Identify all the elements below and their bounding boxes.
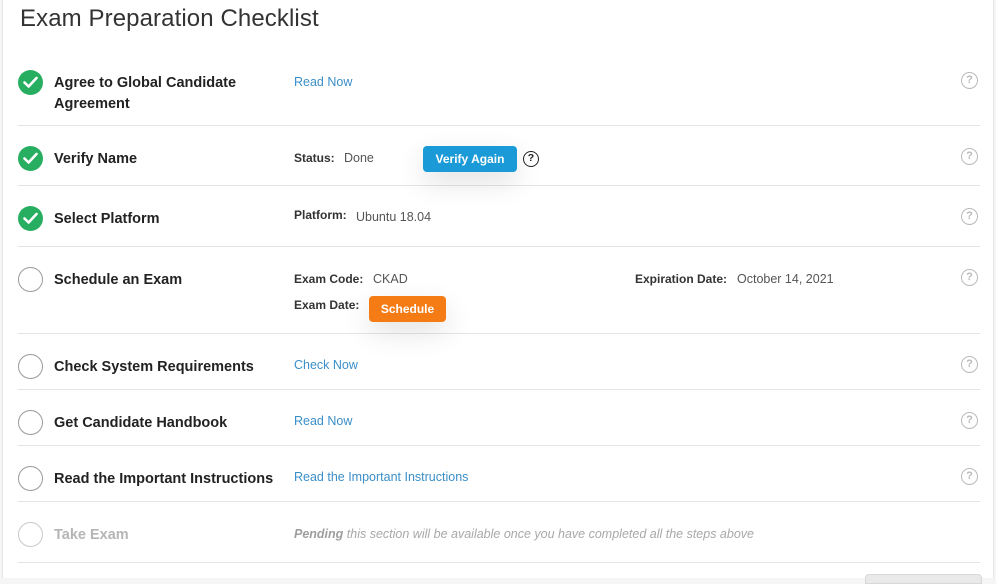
verify-again-button[interactable]: Verify Again [423,146,517,172]
read-handbook-link[interactable]: Read Now [294,414,352,428]
step-row-important-instructions: Read the Important Instructions Read the… [18,446,980,502]
bottom-action-button[interactable] [865,574,982,584]
exam-code-value: CKAD [373,272,408,286]
step-complete-check-icon [18,70,43,95]
read-agreement-link[interactable]: Read Now [294,75,352,89]
step-incomplete-circle-icon [18,267,43,292]
question-circle-icon[interactable]: ? [961,468,978,485]
step-row-select-platform: Select Platform Platform: Ubuntu 18.04 ? [18,186,980,247]
verify-help-icon[interactable]: ? [523,151,539,167]
step-row-schedule-exam: Schedule an Exam Exam Code: CKAD Expirat… [18,247,980,334]
exam-date-label: Exam Date: [294,298,360,312]
step-complete-check-icon [18,206,43,231]
exam-code-label: Exam Code: [294,272,364,286]
step-name: Get Candidate Handbook [54,415,228,431]
status-value: Done [344,151,374,165]
step-name-line2: Agreement [54,96,130,112]
step-complete-check-icon [18,146,43,171]
platform-label: Platform: [294,208,347,222]
page-title: Exam Preparation Checklist [20,5,319,32]
read-instructions-link[interactable]: Read the Important Instructions [294,470,468,484]
step-row-candidate-handbook: Get Candidate Handbook Read Now ? [18,390,980,446]
step-name: Agree to Global Candidate Agreement [54,73,236,115]
status-label: Status: [294,151,335,165]
step-name: Verify Name [54,151,138,167]
question-circle-icon[interactable]: ? [961,269,978,286]
pending-label: Pending [294,527,344,541]
question-circle-icon[interactable]: ? [961,148,978,165]
step-name-line1: Agree to Global Candidate [54,75,237,91]
question-circle-icon[interactable]: ? [961,356,978,373]
step-row-system-requirements: Check System Requirements Check Now ? [18,334,980,390]
expiration-date-value: October 14, 2021 [737,272,834,286]
step-row-verify-name: Verify Name Status: Done Verify Again ? … [18,126,980,186]
step-name: Select Platform [54,211,160,227]
checklist-card: Exam Preparation Checklist Agree to Glob… [2,0,994,584]
step-name: Check System Requirements [54,359,254,375]
question-circle-icon[interactable]: ? [961,208,978,225]
pending-text: this section will be available once you … [346,527,754,541]
step-incomplete-circle-icon [18,466,43,491]
question-circle-icon[interactable]: ? [961,72,978,89]
pending-note: Pending this section will be available o… [294,527,754,541]
schedule-button[interactable]: Schedule [369,296,446,322]
check-now-link[interactable]: Check Now [294,358,358,372]
step-row-agree-agreement: Agree to Global Candidate Agreement Read… [18,62,980,126]
step-name: Schedule an Exam [54,272,183,288]
step-name: Take Exam [54,527,129,543]
step-disabled-circle-icon [18,522,43,547]
question-circle-icon[interactable]: ? [961,412,978,429]
expiration-date-label: Expiration Date: [635,272,728,286]
platform-value: Ubuntu 18.04 [356,210,432,224]
step-incomplete-circle-icon [18,410,43,435]
step-row-take-exam: Take Exam Pending this section will be a… [18,502,980,563]
step-name: Read the Important Instructions [54,471,274,487]
step-incomplete-circle-icon [18,354,43,379]
